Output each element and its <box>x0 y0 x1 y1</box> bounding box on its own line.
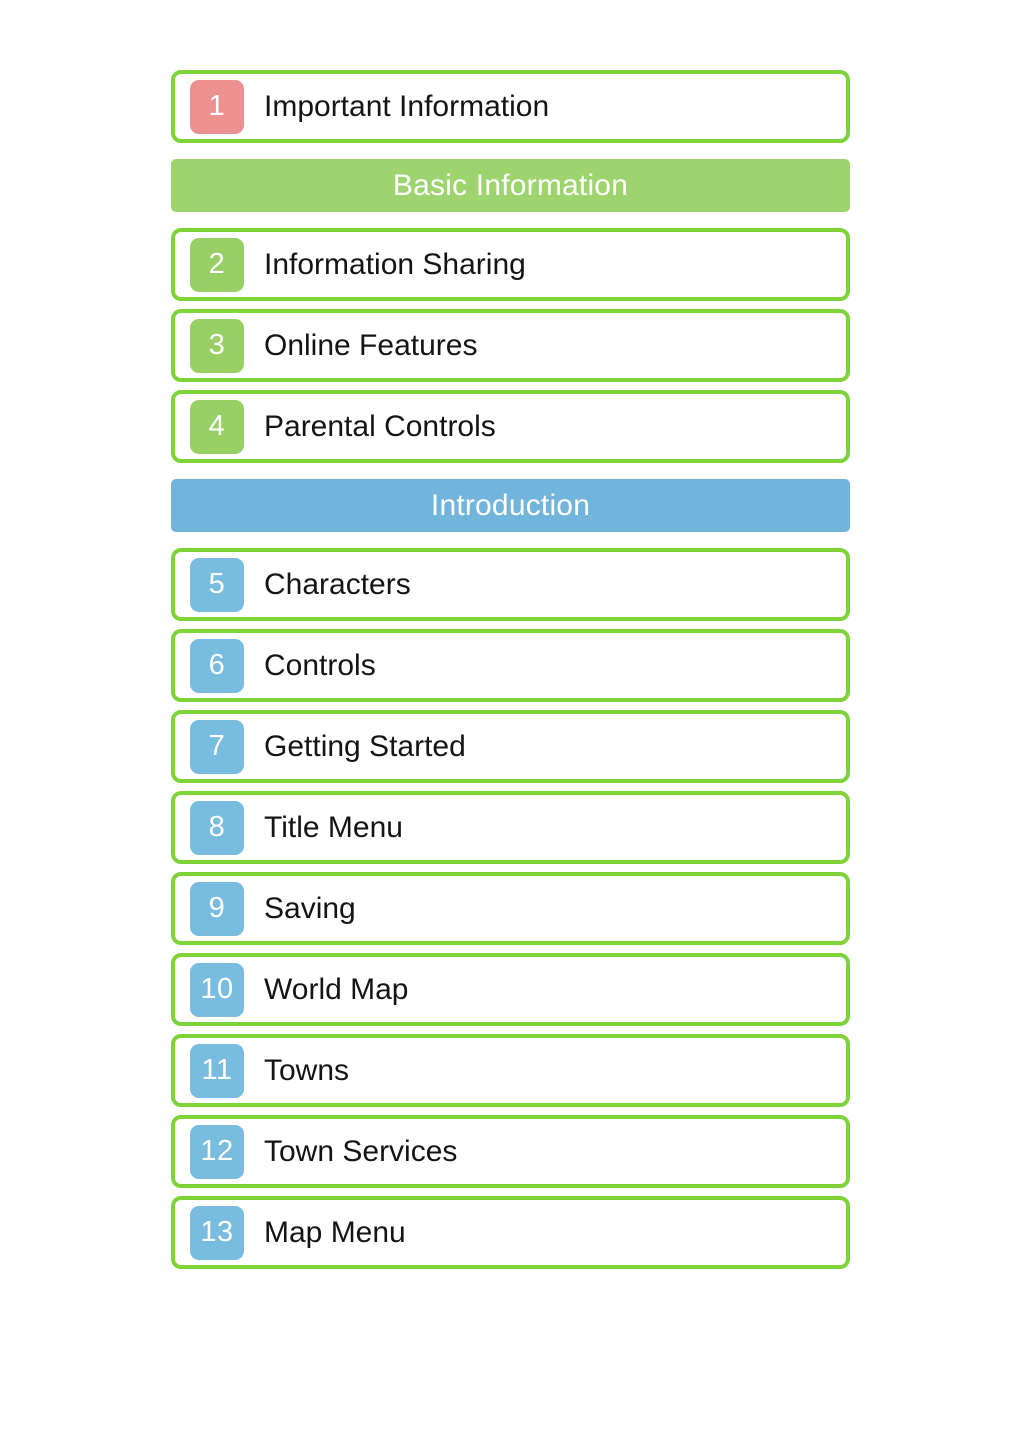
toc-entry-label: Getting Started <box>264 729 466 763</box>
toc-entry-label: Parental Controls <box>264 409 496 443</box>
toc-entry-controls[interactable]: 6 Controls <box>171 629 850 702</box>
toc-entry-number-badge: 11 <box>190 1043 244 1098</box>
section-header-band: Introduction <box>171 479 850 532</box>
toc-entry-label: Controls <box>264 648 376 682</box>
toc-entry-label: Map Menu <box>264 1215 406 1249</box>
toc-entry-number-badge: 6 <box>190 638 244 693</box>
toc-entry-number-badge: 1 <box>190 79 244 134</box>
toc-entry-characters[interactable]: 5 Characters <box>171 548 850 621</box>
toc-entry-number-badge: 13 <box>190 1205 244 1260</box>
toc-entry-parental-controls[interactable]: 4 Parental Controls <box>171 390 850 463</box>
manual-page: 1 Important Information Basic Information 2… <box>0 0 1020 1442</box>
toc-entry-label: Important Information <box>264 89 550 123</box>
toc-entry-towns[interactable]: 11 Towns <box>171 1034 850 1107</box>
toc-entry-label: Town Services <box>264 1134 458 1168</box>
toc-entry-label: Title Menu <box>264 810 403 844</box>
toc-entry-town-services[interactable]: 12 Town Services <box>171 1115 850 1188</box>
toc-entry-number-badge: 8 <box>190 800 244 855</box>
toc-entry-map-menu[interactable]: 13 Map Menu <box>171 1196 850 1269</box>
toc-entry-saving[interactable]: 9 Saving <box>171 872 850 945</box>
section-header-title: Introduction <box>430 488 591 522</box>
toc-entry-important-information[interactable]: 1 Important Information <box>171 70 850 143</box>
toc-entry-online-features[interactable]: 3 Online Features <box>171 309 850 382</box>
toc-entry-label: Towns <box>264 1053 350 1087</box>
toc-entry-number-badge: 12 <box>190 1124 244 1179</box>
toc-entry-number-badge: 4 <box>190 399 244 454</box>
table-of-contents: 1 Important Information Basic Information 2… <box>171 70 850 1277</box>
toc-entry-information-sharing[interactable]: 2 Information Sharing <box>171 228 850 301</box>
toc-entry-getting-started[interactable]: 7 Getting Started <box>171 710 850 783</box>
toc-entry-number-badge: 3 <box>190 318 244 373</box>
toc-entry-number-badge: 5 <box>190 557 244 612</box>
section-header-title: Basic Information <box>392 168 629 202</box>
toc-entry-label: Characters <box>264 567 411 601</box>
toc-entry-label: Saving <box>264 891 356 925</box>
toc-entry-number-badge: 2 <box>190 237 244 292</box>
section-header-band: Basic Information <box>171 159 850 212</box>
toc-entry-label: Online Features <box>264 328 478 362</box>
toc-entry-world-map[interactable]: 10 World Map <box>171 953 850 1026</box>
toc-entry-number-badge: 9 <box>190 881 244 936</box>
toc-entry-title-menu[interactable]: 8 Title Menu <box>171 791 850 864</box>
toc-entry-label: Information Sharing <box>264 247 526 281</box>
toc-entry-number-badge: 10 <box>190 962 244 1017</box>
toc-entry-label: World Map <box>264 972 409 1006</box>
toc-entry-number-badge: 7 <box>190 719 244 774</box>
